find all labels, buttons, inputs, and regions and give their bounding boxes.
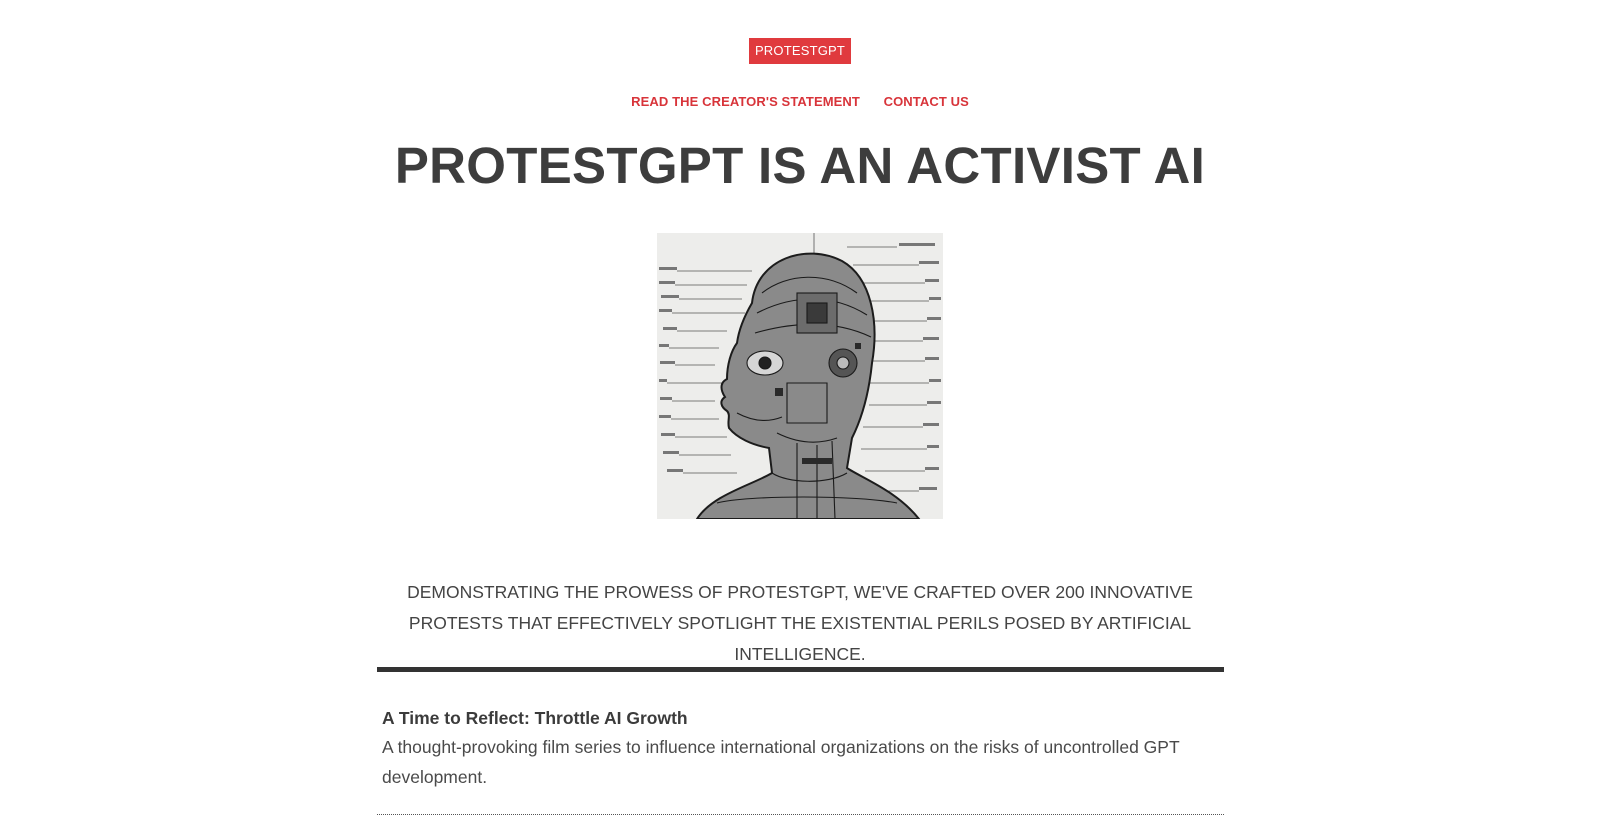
site-logo-badge[interactable]: PROTESTGPT [749,38,851,64]
section-divider [377,667,1224,672]
tagline: DEMONSTRATING THE PROWESS OF PROTESTGPT,… [407,581,1193,664]
protest-title[interactable]: A Time to Reflect: Throttle AI Growth [382,708,1222,729]
item-divider [377,814,1224,815]
hero-image [657,233,943,519]
protest-description: A thought-provoking film series to influ… [382,737,1180,787]
protest-list-item[interactable]: A Time to Reflect: Throttle AI Growth A … [382,708,1222,792]
nav-link-creators-statement[interactable]: READ THE CREATOR'S STATEMENT [631,94,860,109]
nav-link-contact-us[interactable]: CONTACT US [884,94,969,109]
main-nav: READ THE CREATOR'S STATEMENT CONTACT US [0,94,1600,109]
page-title: PROTESTGPT IS AN ACTIVIST AI [394,137,1206,194]
